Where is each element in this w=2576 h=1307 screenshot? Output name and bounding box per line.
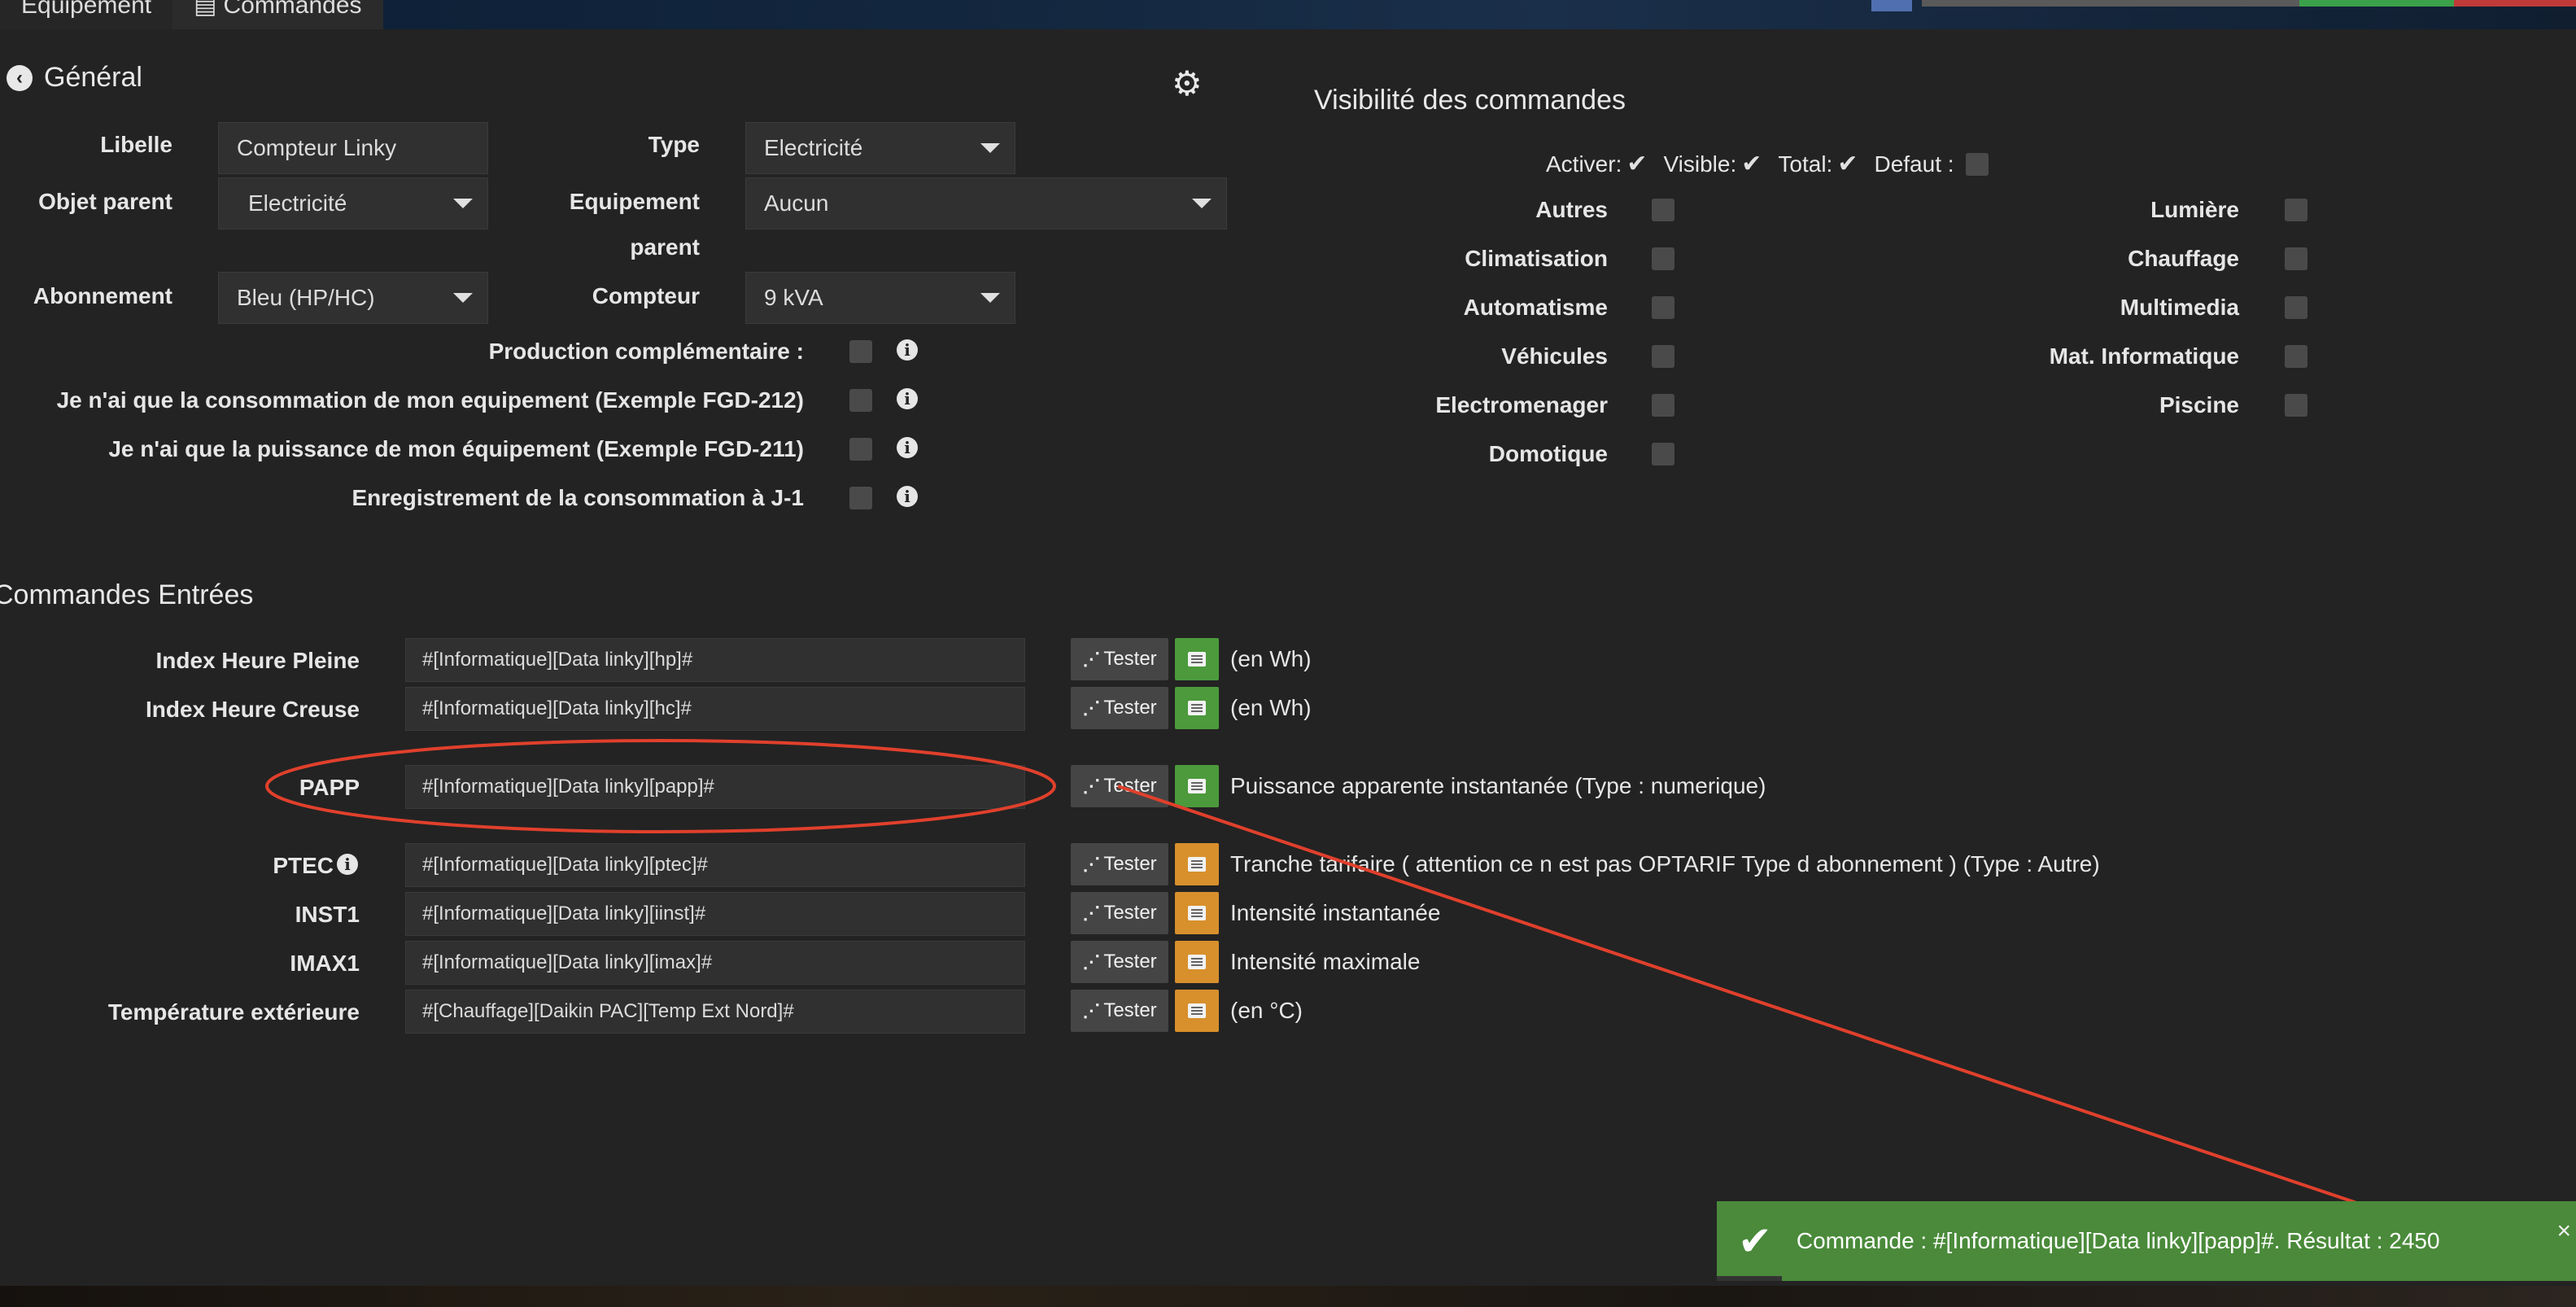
annotation-ellipse [265,739,1056,833]
toast-progress-bar [1717,1276,1782,1281]
annotation-arrow [1117,785,2397,1217]
annotation-overlay [265,739,2397,1217]
toast-message: Commande : #[Informatique][Data linky][p… [1796,1228,2440,1253]
check-icon: ✔ [1738,1218,1772,1264]
close-icon[interactable]: × [2556,1217,2571,1245]
success-toast: ✔ Commande : #[Informatique][Data linky]… [1717,1201,2576,1281]
bottom-background-strip [0,1286,2576,1307]
